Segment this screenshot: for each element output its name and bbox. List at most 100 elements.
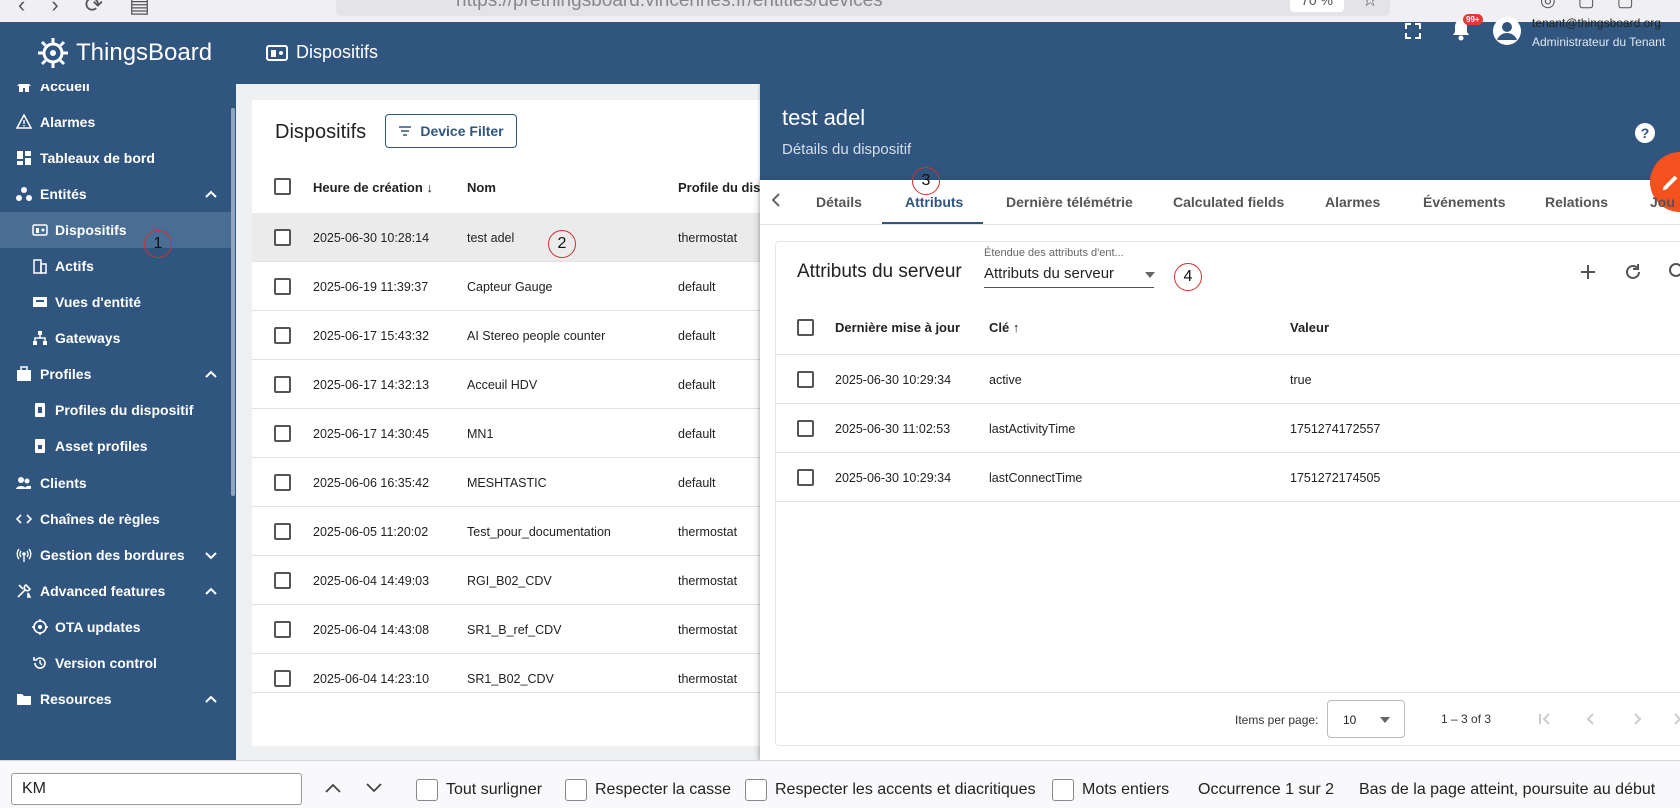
table-row[interactable]: 2025-06-04 14:23:10 SR1_B02_CDV thermost… [252, 654, 772, 703]
sidebar-item-dispositifs[interactable]: Dispositifs [0, 212, 232, 248]
table-row[interactable]: 2025-06-04 14:43:08 SR1_B_ref_CDV thermo… [252, 605, 772, 654]
search-icon[interactable] [1668, 262, 1680, 282]
row-checkbox[interactable] [797, 371, 814, 388]
zoom-level[interactable]: 70 % [1290, 0, 1344, 12]
chevron-up-icon[interactable] [204, 187, 218, 201]
tab-evenements[interactable]: Événements [1423, 194, 1505, 210]
table-row[interactable]: 2025-06-30 10:28:14 test adel thermostat [252, 213, 772, 262]
sidebar-item-advanced-features[interactable]: Advanced features [0, 573, 232, 609]
find-input[interactable]: KM [11, 773, 302, 805]
find-next-icon[interactable] [365, 782, 383, 794]
tab-details[interactable]: Détails [816, 194, 862, 210]
refresh-icon[interactable] [1623, 262, 1643, 282]
device-filter-button[interactable]: Device Filter [385, 114, 517, 148]
table-row[interactable]: 2025-06-30 10:29:34 lastConnectTime 1751… [775, 453, 1680, 502]
sidebar-item-asset-profiles[interactable]: Asset profiles [0, 428, 232, 464]
items-per-page-value[interactable]: 10 [1343, 713, 1356, 727]
dropdown-caret-icon[interactable] [1145, 272, 1155, 278]
sidebar-item-accueil[interactable]: Accueil [0, 84, 232, 104]
chevron-up-icon[interactable] [204, 692, 218, 706]
table-row[interactable]: 2025-06-17 15:43:32 AI Stereo people cou… [252, 311, 772, 360]
sidebar-item-profiles-dispositif[interactable]: Profiles du dispositif [0, 392, 232, 428]
table-row[interactable]: 2025-06-17 14:32:13 Acceuil HDV default [252, 360, 772, 409]
address-url[interactable]: https://prethingsboard.vincennes.fr/enti… [456, 0, 883, 12]
user-email[interactable]: tenant@thingsboard.org [1532, 16, 1661, 30]
column-header-created[interactable]: Heure de création ↓ [313, 180, 433, 195]
whole-words-checkbox[interactable] [1052, 779, 1074, 801]
table-row[interactable]: 2025-06-19 11:39:37 Capteur Gauge defaul… [252, 262, 772, 311]
next-page-icon[interactable] [1628, 710, 1646, 728]
sidebar-item-alarmes[interactable]: Alarmes [0, 104, 232, 140]
select-all-checkbox[interactable] [274, 178, 291, 195]
table-row[interactable]: 2025-06-05 11:20:02 Test_pour_documentat… [252, 507, 772, 556]
row-checkbox[interactable] [274, 327, 291, 344]
tab-derniere-telemetrie[interactable]: Dernière télémétrie [1006, 194, 1133, 210]
items-per-page-select[interactable] [1327, 700, 1405, 738]
column-header-updated[interactable]: Dernière mise à jour [835, 320, 960, 335]
row-checkbox[interactable] [274, 670, 291, 687]
chevron-up-icon[interactable] [204, 367, 218, 381]
fullscreen-icon[interactable] [1404, 22, 1422, 40]
logo[interactable]: ThingsBoard [36, 36, 212, 70]
row-checkbox[interactable] [274, 621, 291, 638]
row-checkbox[interactable] [274, 474, 291, 491]
sidebar-item-gateways[interactable]: Gateways [0, 320, 232, 356]
prev-page-icon[interactable] [1582, 710, 1600, 728]
column-header-value[interactable]: Valeur [1290, 320, 1329, 335]
table-row[interactable]: 2025-06-30 10:29:34 active true [775, 355, 1680, 404]
tab-relations[interactable]: Relations [1545, 194, 1608, 210]
tab-attributs[interactable]: Attributs [905, 194, 963, 210]
tab-journal[interactable]: Jou [1650, 194, 1675, 210]
table-row[interactable]: 2025-06-30 11:02:53 lastActivityTime 175… [775, 404, 1680, 453]
match-diacritics-checkbox[interactable] [745, 779, 767, 801]
first-page-icon[interactable] [1536, 710, 1554, 728]
sidebar-item-actifs[interactable]: Actifs [0, 248, 232, 284]
row-checkbox[interactable] [797, 469, 814, 486]
sidebar-item-vues-entite[interactable]: Vues d'entité [0, 284, 232, 320]
sidebar-item-tableaux-de-bord[interactable]: Tableaux de bord [0, 140, 232, 176]
row-checkbox[interactable] [274, 572, 291, 589]
row-checkbox[interactable] [797, 420, 814, 437]
help-icon[interactable]: ? [1634, 122, 1656, 144]
table-row[interactable]: 2025-06-04 14:49:03 RGI_B02_CDV thermost… [252, 556, 772, 605]
account-avatar-icon[interactable] [1492, 16, 1522, 46]
table-row[interactable]: 2025-06-17 14:30:45 MN1 default [252, 409, 772, 458]
sidebar-item-profiles[interactable]: Profiles [0, 356, 232, 392]
row-checkbox[interactable] [274, 523, 291, 540]
browser-right-icons[interactable]: ◎▢▢ [1540, 0, 1656, 11]
chevron-up-icon[interactable] [204, 584, 218, 598]
tab-alarmes[interactable]: Alarmes [1325, 194, 1380, 210]
last-page-icon[interactable] [1670, 710, 1680, 728]
sidebar-item-version-control[interactable]: Version control [0, 645, 232, 681]
attributes-select-all-checkbox[interactable] [797, 319, 814, 336]
row-checkbox[interactable] [274, 425, 291, 442]
browser-nav-icons[interactable]: ‹›⟳▤ [18, 0, 176, 18]
chevron-down-icon[interactable] [204, 548, 218, 562]
dropdown-caret-icon[interactable] [1380, 717, 1390, 723]
table-row[interactable]: 2025-06-06 16:35:42 MESHTASTIC default [252, 458, 772, 507]
match-case-checkbox[interactable] [565, 779, 587, 801]
sidebar-item-gestion-des-bordures[interactable]: Gestion des bordures [0, 537, 232, 573]
whole-words-label[interactable]: Mots entiers [1082, 781, 1169, 799]
column-header-name[interactable]: Nom [467, 180, 496, 195]
highlight-all-label[interactable]: Tout surligner [446, 781, 542, 799]
row-checkbox[interactable] [274, 229, 291, 246]
row-checkbox[interactable] [274, 278, 291, 295]
column-header-profile[interactable]: Profile du disp [678, 180, 768, 195]
sidebar-item-clients[interactable]: Clients [0, 465, 232, 501]
add-icon[interactable] [1578, 262, 1598, 282]
tab-calculated-fields[interactable]: Calculated fields [1173, 194, 1284, 210]
row-checkbox[interactable] [274, 376, 291, 393]
column-header-key[interactable]: Clé ↑ [989, 320, 1019, 335]
sidebar-item-chaines-de-regles[interactable]: Chaînes de règles [0, 501, 232, 537]
highlight-all-checkbox[interactable] [416, 779, 438, 801]
scope-select-value[interactable]: Attributs du serveur [984, 265, 1114, 282]
match-diacritics-label[interactable]: Respecter les accents et diacritiques [775, 781, 1036, 799]
bookmark-star-icon[interactable]: ☆ [1362, 0, 1378, 11]
match-case-label[interactable]: Respecter la casse [595, 781, 731, 799]
tabs-prev-chevron-icon[interactable] [770, 193, 782, 207]
sidebar-item-ota-updates[interactable]: OTA updates [0, 609, 232, 645]
sidebar-item-entites[interactable]: Entités [0, 176, 232, 212]
find-previous-icon[interactable] [324, 782, 342, 794]
sidebar-item-resources[interactable]: Resources [0, 681, 232, 717]
